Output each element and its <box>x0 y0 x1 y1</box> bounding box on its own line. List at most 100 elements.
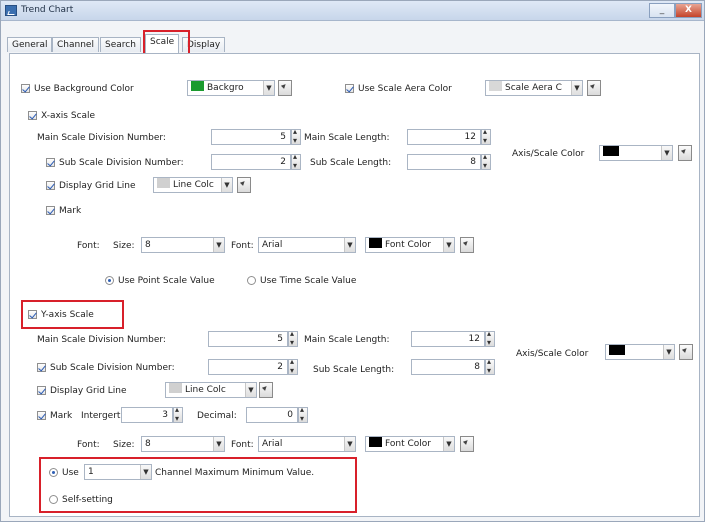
x-line-color-text: Line Colc <box>173 180 214 190</box>
title-bar[interactable]: Trend Chart _ X <box>1 1 704 21</box>
y-font-face-text: Arial <box>262 439 283 449</box>
use-scale-area-color-checkbox[interactable] <box>345 84 354 93</box>
line-color-swatch <box>157 178 170 188</box>
minimize-button[interactable]: _ <box>649 3 675 18</box>
x-point-scale-label: Use Point Scale Value <box>118 276 215 286</box>
tab-general[interactable]: General <box>7 37 53 52</box>
y-main-division-spinner[interactable] <box>288 329 298 347</box>
channel-select-text: 1 <box>88 467 94 477</box>
background-swatch <box>191 81 204 91</box>
x-font-face-select[interactable]: Arial ▼ <box>258 237 356 253</box>
scale-area-select-text: Scale Aera C <box>505 83 562 93</box>
x-font-face-text: Arial <box>262 240 283 250</box>
background-color-picker-button[interactable] <box>278 80 292 96</box>
scale-area-swatch <box>489 81 502 91</box>
close-button[interactable]: X <box>675 3 702 18</box>
x-font-color-picker-button[interactable] <box>460 237 474 253</box>
x-point-scale-radio[interactable] <box>105 276 114 285</box>
y-main-length-input[interactable]: 12 <box>411 331 485 347</box>
y-axis-color-picker-button[interactable] <box>679 344 693 360</box>
tab-search[interactable]: Search <box>100 37 141 52</box>
tab-scale[interactable]: Scale <box>145 34 180 53</box>
chevron-down-icon: ▼ <box>571 81 582 95</box>
x-font-face-label: Font: <box>231 241 254 251</box>
y-sub-length-input[interactable]: 8 <box>411 359 485 375</box>
y-axis-color-select[interactable]: ▼ <box>605 344 675 360</box>
x-line-color-picker-button[interactable] <box>237 177 251 193</box>
chevron-down-icon: ▼ <box>213 437 224 451</box>
x-axis-scale-checkbox[interactable] <box>28 111 37 120</box>
y-line-color-text: Line Colc <box>185 385 226 395</box>
background-color-select[interactable]: Backgro ▼ <box>187 80 275 96</box>
y-decimal-label: Decimal: <box>197 411 237 421</box>
y-sub-length-label: Sub Scale Length: <box>313 365 395 375</box>
x-font-color-select[interactable]: Font Color ▼ <box>365 237 455 253</box>
x-time-scale-label: Use Time Scale Value <box>260 276 357 286</box>
x-sub-length-input[interactable]: 8 <box>407 154 481 170</box>
font-color-swatch <box>369 437 382 447</box>
x-time-scale-radio[interactable] <box>247 276 256 285</box>
x-mark-label: Mark <box>59 206 82 216</box>
x-axis-color-label: Axis/Scale Color <box>512 149 585 159</box>
self-setting-radio[interactable] <box>49 495 58 504</box>
y-font-color-text: Font Color <box>385 439 431 449</box>
x-axis-color-picker-button[interactable] <box>678 145 692 161</box>
scale-area-color-picker-button[interactable] <box>587 80 601 96</box>
y-integer-label: Intergert <box>81 411 121 421</box>
y-sub-division-spinner[interactable] <box>288 357 298 375</box>
tab-channel[interactable]: Channel <box>52 37 99 52</box>
x-axis-color-select[interactable]: ▼ <box>599 145 673 161</box>
x-size-label: Size: <box>113 241 135 251</box>
y-font-face-select[interactable]: Arial ▼ <box>258 436 356 452</box>
y-sub-division-label: Sub Scale Division Number: <box>50 363 175 373</box>
y-sub-division-input[interactable]: 2 <box>208 359 288 375</box>
chevron-down-icon: ▼ <box>344 437 355 451</box>
x-line-color-select[interactable]: Line Colc ▼ <box>153 177 233 193</box>
x-main-division-input[interactable]: 5 <box>211 129 291 145</box>
x-font-size-select[interactable]: 8 ▼ <box>141 237 225 253</box>
y-main-length-spinner[interactable] <box>485 329 495 347</box>
chevron-down-icon: ▼ <box>221 178 232 192</box>
x-main-division-spinner[interactable] <box>291 127 301 145</box>
chevron-down-icon: ▼ <box>344 238 355 252</box>
chevron-down-icon: ▼ <box>140 465 151 479</box>
use-scale-area-color-label: Use Scale Aera Color <box>358 84 452 94</box>
x-display-grid-checkbox[interactable] <box>46 181 55 190</box>
y-decimal-spinner[interactable] <box>298 405 308 423</box>
y-line-color-select[interactable]: Line Colc ▼ <box>165 382 257 398</box>
x-main-length-input[interactable]: 12 <box>407 129 481 145</box>
x-main-length-spinner[interactable] <box>481 127 491 145</box>
trend-chart-window: Trend Chart _ X General Channel Search S… <box>0 0 705 522</box>
y-sub-division-checkbox[interactable] <box>37 363 46 372</box>
y-font-size-select[interactable]: 8 ▼ <box>141 436 225 452</box>
y-axis-scale-checkbox[interactable] <box>28 310 37 319</box>
y-line-color-picker-button[interactable] <box>259 382 273 398</box>
axis-color-swatch <box>603 146 619 156</box>
y-integer-spinner[interactable] <box>173 405 183 423</box>
x-sub-division-spinner[interactable] <box>291 152 301 170</box>
y-display-grid-label: Display Grid Line <box>50 386 127 396</box>
use-background-color-checkbox[interactable] <box>21 84 30 93</box>
chevron-down-icon: ▼ <box>661 146 672 160</box>
use-background-color-label: Use Background Color <box>34 84 134 94</box>
y-display-grid-checkbox[interactable] <box>37 386 46 395</box>
y-integer-input[interactable]: 3 <box>121 407 173 423</box>
y-sub-length-spinner[interactable] <box>485 357 495 375</box>
x-mark-checkbox[interactable] <box>46 206 55 215</box>
chevron-down-icon: ▼ <box>443 238 454 252</box>
x-sub-division-input[interactable]: 2 <box>211 154 291 170</box>
self-setting-label: Self-setting <box>62 495 113 505</box>
x-sub-length-spinner[interactable] <box>481 152 491 170</box>
y-main-division-input[interactable]: 5 <box>208 331 288 347</box>
y-font-color-picker-button[interactable] <box>460 436 474 452</box>
chart-app-icon <box>5 5 17 16</box>
y-decimal-input[interactable]: 0 <box>246 407 298 423</box>
use-channel-radio[interactable] <box>49 468 58 477</box>
chevron-down-icon: ▼ <box>443 437 454 451</box>
scale-area-color-select[interactable]: Scale Aera C ▼ <box>485 80 583 96</box>
y-main-division-label: Main Scale Division Number: <box>37 335 166 345</box>
x-sub-division-checkbox[interactable] <box>46 158 55 167</box>
y-mark-checkbox[interactable] <box>37 411 46 420</box>
y-font-color-select[interactable]: Font Color ▼ <box>365 436 455 452</box>
channel-select[interactable]: 1 ▼ <box>84 464 152 480</box>
